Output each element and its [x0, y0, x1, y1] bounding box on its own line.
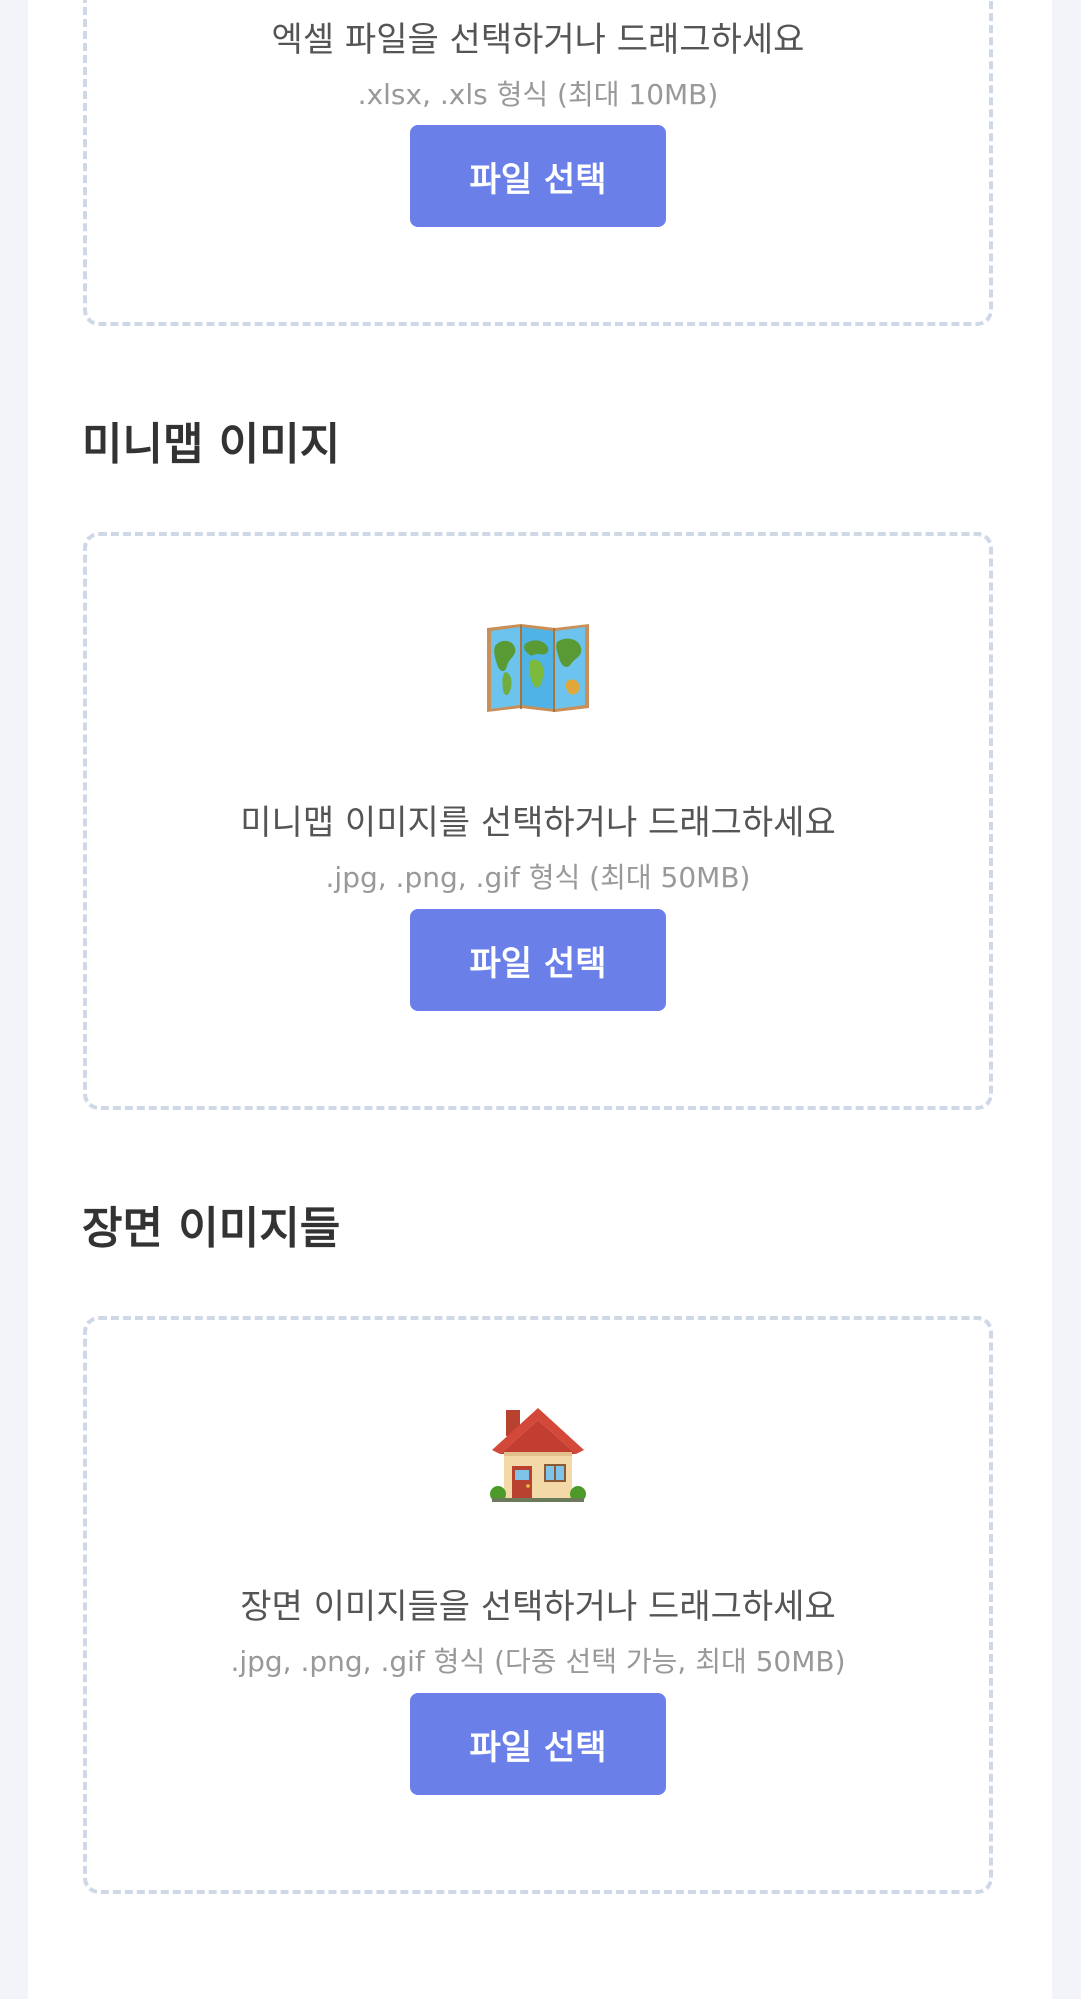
world-map-icon	[487, 624, 589, 712]
excel-dropzone-prompt: 엑셀 파일을 선택하거나 드래그하세요	[271, 20, 805, 60]
minimap-dropzone-hint: .jpg, .png, .gif 형식 (최대 50MB)	[325, 861, 751, 894]
house-icon	[490, 1408, 586, 1502]
scene-file-select-button[interactable]: 파일 선택	[410, 1693, 666, 1795]
excel-file-select-button[interactable]: 파일 선택	[410, 125, 666, 227]
excel-dropzone-hint: .xlsx, .xls 형식 (최대 10MB)	[357, 78, 719, 111]
scene-dropzone-hint: .jpg, .png, .gif 형식 (다중 선택 가능, 최대 50MB)	[230, 1645, 846, 1678]
minimap-section-title: 미니맵 이미지	[82, 419, 341, 470]
minimap-file-select-button[interactable]: 파일 선택	[410, 909, 666, 1011]
upload-card: 엑셀 파일을 선택하거나 드래그하세요 .xlsx, .xls 형식 (최대 1…	[28, 0, 1052, 1999]
scene-section-title: 장면 이미지들	[82, 1203, 341, 1254]
excel-dropzone[interactable]: 엑셀 파일을 선택하거나 드래그하세요 .xlsx, .xls 형식 (최대 1…	[83, 0, 993, 326]
scene-dropzone-prompt: 장면 이미지들을 선택하거나 드래그하세요	[240, 1587, 836, 1627]
minimap-dropzone-prompt: 미니맵 이미지를 선택하거나 드래그하세요	[240, 803, 836, 843]
minimap-dropzone[interactable]: 미니맵 이미지를 선택하거나 드래그하세요 .jpg, .png, .gif 형…	[83, 532, 993, 1110]
scene-dropzone[interactable]: 장면 이미지들을 선택하거나 드래그하세요 .jpg, .png, .gif 형…	[83, 1316, 993, 1894]
